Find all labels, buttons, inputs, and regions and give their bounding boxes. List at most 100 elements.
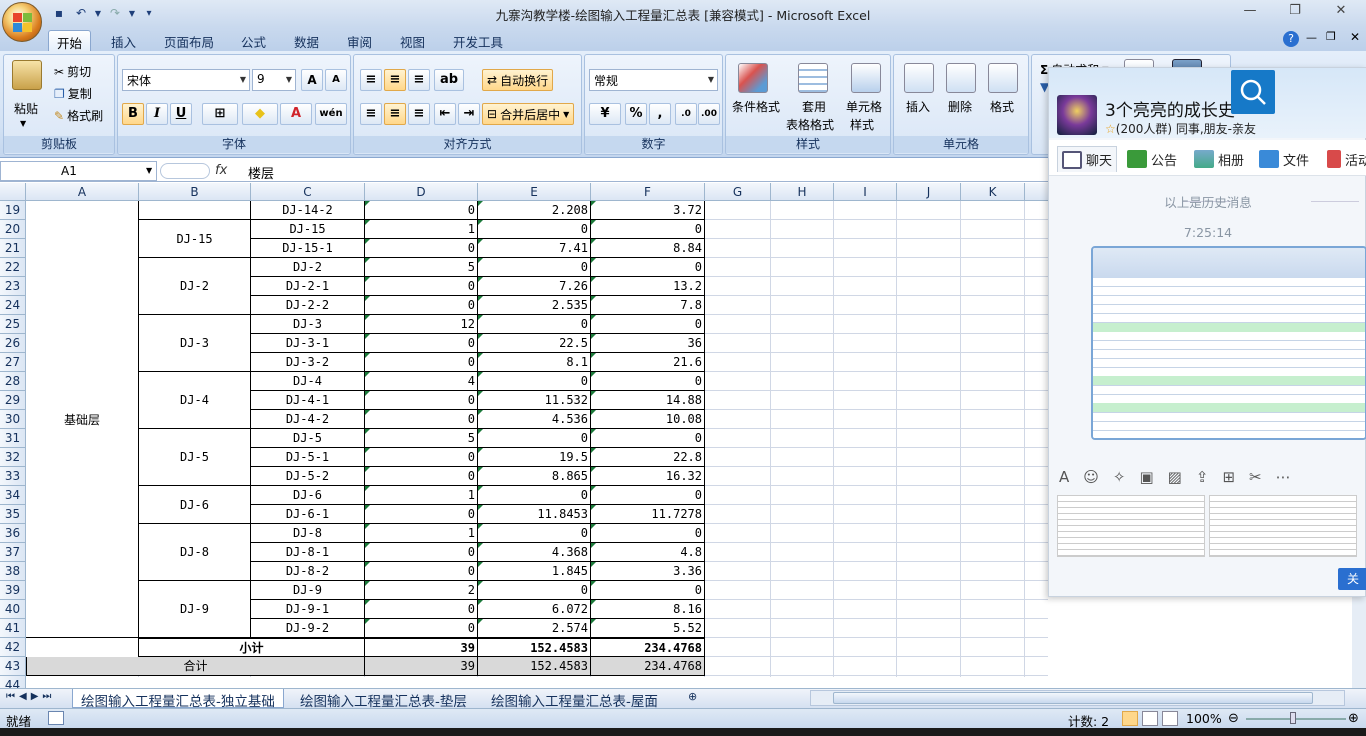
group-name[interactable]: 3个亮亮的成长史 [1105, 96, 1235, 121]
quantity-cell[interactable]: 0 [365, 353, 478, 372]
quantity-cell[interactable]: 0 [365, 391, 478, 410]
image-icon[interactable]: ▨ [1168, 468, 1182, 486]
font-name-combo[interactable]: 宋体 ▼ [122, 69, 250, 91]
item-cell[interactable]: DJ-4-2 [251, 410, 365, 429]
component-group-cell[interactable]: DJ-3 [139, 315, 251, 372]
area-cell[interactable]: 14.88 [591, 391, 705, 410]
tab-insert[interactable]: 插入 [103, 30, 144, 51]
area-cell[interactable]: 0 [591, 258, 705, 277]
undo-icon[interactable]: ↶ [72, 4, 90, 22]
volume-cell[interactable]: 4.536 [478, 410, 591, 429]
quantity-cell[interactable]: 0 [365, 562, 478, 581]
item-cell[interactable]: DJ-9-1 [251, 600, 365, 619]
total-area[interactable]: 234.4768 [591, 657, 705, 676]
item-cell[interactable]: DJ-5-2 [251, 467, 365, 486]
quantity-cell[interactable]: 0 [365, 277, 478, 296]
area-cell[interactable]: 16.32 [591, 467, 705, 486]
save-icon[interactable]: ▪ [50, 4, 68, 22]
area-cell[interactable]: 7.8 [591, 296, 705, 315]
decrease-decimal-icon[interactable]: .00 [698, 103, 720, 125]
delete-cells-button[interactable]: 删除 [948, 98, 972, 115]
component-group-cell[interactable]: DJ-15 [139, 220, 251, 258]
row-header[interactable]: 36 [0, 524, 26, 543]
component-group-cell[interactable] [139, 201, 251, 220]
volume-cell[interactable]: 2.574 [478, 619, 591, 638]
volume-cell[interactable]: 2.535 [478, 296, 591, 315]
column-header[interactable]: H [771, 183, 834, 201]
item-cell[interactable]: DJ-4 [251, 372, 365, 391]
insert-sheet-icon[interactable]: ⊕ [680, 689, 705, 708]
area-cell[interactable]: 8.16 [591, 600, 705, 619]
ribbon-restore-icon[interactable]: ❐ [1326, 30, 1336, 43]
volume-cell[interactable]: 0 [478, 258, 591, 277]
component-group-cell[interactable]: DJ-8 [139, 524, 251, 581]
insert-cells-button[interactable]: 插入 [906, 98, 930, 115]
item-cell[interactable]: DJ-5 [251, 429, 365, 448]
macro-record-icon[interactable] [48, 711, 64, 725]
emoji-icon[interactable]: ☺ [1083, 468, 1099, 486]
ribbon-minimize-icon[interactable]: — [1306, 31, 1317, 44]
column-header[interactable]: C [251, 183, 365, 201]
area-cell[interactable]: 0 [591, 581, 705, 600]
close-button[interactable]: 关 [1338, 568, 1366, 590]
sheet-nav-arrows-icon[interactable]: ⏮◀▶⏭ [6, 691, 55, 702]
quantity-cell[interactable]: 1 [365, 486, 478, 505]
volume-cell[interactable]: 1.845 [478, 562, 591, 581]
normal-view-icon[interactable] [1122, 711, 1138, 726]
item-cell[interactable]: DJ-3-2 [251, 353, 365, 372]
wrap-text-button[interactable]: ⇄ 自动换行 [482, 69, 554, 91]
help-icon[interactable]: ? [1283, 31, 1299, 47]
page-break-view-icon[interactable] [1162, 711, 1178, 726]
area-cell[interactable]: 36 [591, 334, 705, 353]
component-group-cell[interactable]: DJ-5 [139, 429, 251, 486]
item-cell[interactable]: DJ-15 [251, 220, 365, 239]
name-box[interactable]: A1 [0, 161, 157, 181]
row-header[interactable]: 31 [0, 429, 26, 448]
area-cell[interactable]: 10.08 [591, 410, 705, 429]
tab-data[interactable]: 数据 [286, 30, 327, 51]
minimize-button[interactable]: — [1236, 3, 1264, 21]
align-center-icon[interactable]: ≡ [384, 103, 406, 125]
volume-cell[interactable]: 0 [478, 524, 591, 543]
quantity-cell[interactable]: 0 [365, 543, 478, 562]
row-header[interactable]: 26 [0, 334, 26, 353]
row-header[interactable]: 21 [0, 239, 26, 258]
sheet-tab[interactable]: 绘图输入工程量汇总表-垫层 [292, 689, 475, 710]
item-cell[interactable]: DJ-15-1 [251, 239, 365, 258]
subtotal-label[interactable]: 小计 [139, 638, 365, 657]
component-group-cell[interactable]: DJ-2 [139, 258, 251, 315]
area-cell[interactable]: 8.84 [591, 239, 705, 258]
magic-icon[interactable]: ✧ [1113, 468, 1126, 486]
increase-indent-icon[interactable]: ⇥ [458, 103, 480, 125]
paste-icon[interactable] [12, 60, 42, 90]
quantity-cell[interactable]: 4 [365, 372, 478, 391]
volume-cell[interactable]: 8.865 [478, 467, 591, 486]
gift-box-icon[interactable]: ⊞ [1222, 468, 1235, 486]
component-group-cell[interactable]: DJ-6 [139, 486, 251, 524]
cut-button[interactable]: ✂ 剪切 [54, 63, 91, 80]
quantity-cell[interactable]: 5 [365, 429, 478, 448]
volume-cell[interactable]: 0 [478, 220, 591, 239]
volume-cell[interactable]: 4.368 [478, 543, 591, 562]
blank-cell[interactable] [26, 638, 139, 657]
quantity-cell[interactable]: 0 [365, 334, 478, 353]
volume-cell[interactable]: 7.41 [478, 239, 591, 258]
percent-button[interactable]: % [625, 103, 647, 125]
quantity-cell[interactable]: 0 [365, 239, 478, 258]
dropdown-arrow-icon[interactable]: ▼ [128, 4, 136, 22]
quantity-cell[interactable]: 2 [365, 581, 478, 600]
area-cell[interactable]: 4.8 [591, 543, 705, 562]
area-cell[interactable]: 3.36 [591, 562, 705, 581]
row-header[interactable]: 41 [0, 619, 26, 638]
total-volume[interactable]: 152.4583 [478, 657, 591, 676]
item-cell[interactable]: DJ-4-1 [251, 391, 365, 410]
quantity-cell[interactable]: 0 [365, 619, 478, 638]
chat-tab-album[interactable]: 相册 [1194, 146, 1244, 172]
gift-icon[interactable]: ▣ [1139, 468, 1153, 486]
orientation-icon[interactable]: ab [434, 69, 464, 91]
area-cell[interactable]: 0 [591, 486, 705, 505]
tab-home[interactable]: 开始 [48, 30, 92, 51]
customize-qat-icon[interactable]: ▾ [140, 4, 158, 22]
ribbon-close-icon[interactable]: ✕ [1350, 30, 1360, 44]
formula-content[interactable]: 楼层 [248, 163, 274, 182]
